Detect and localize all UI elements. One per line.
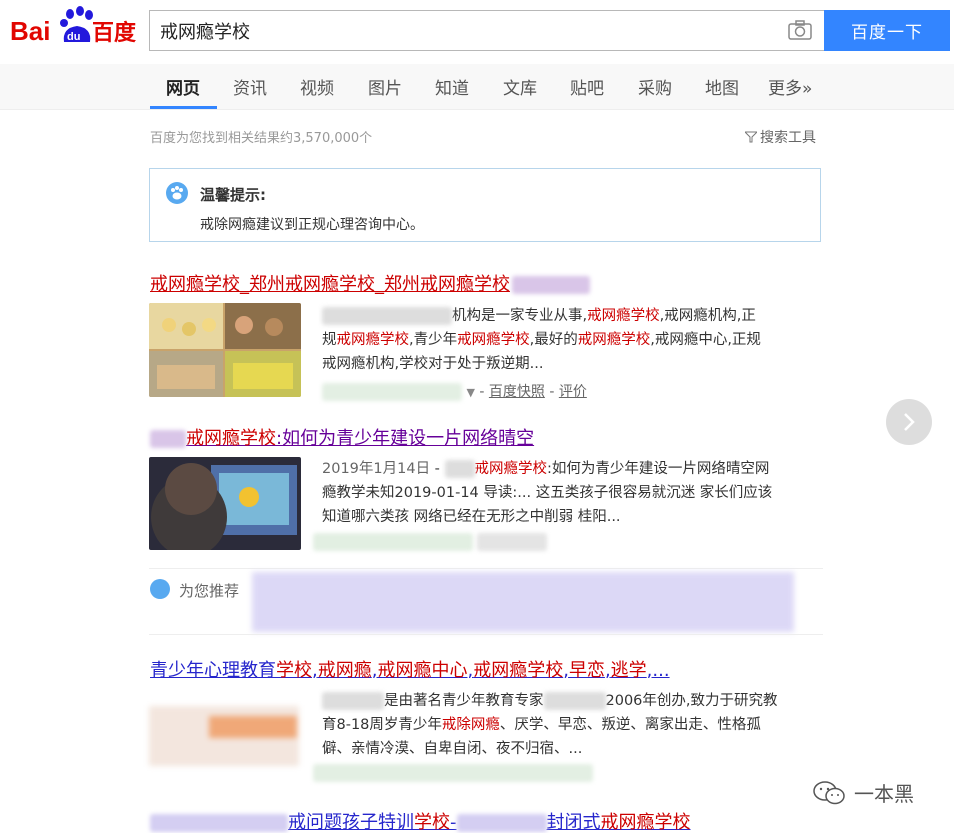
result-abstract-3: 是由著名青少年教育专家 2006年创办,致力于研究教 育8-18周岁青少年戒除网瘾… (322, 692, 778, 757)
result-footer-3 (313, 764, 593, 782)
next-arrow-button[interactable] (886, 399, 932, 445)
result-title-1[interactable]: 戒网瘾学校_郑州戒网瘾学校_郑州戒网瘾学校 (150, 270, 590, 296)
nav-tabs: 网页 资讯 视频 图片 知道 文库 贴吧 采购 地图 更多» (0, 64, 954, 110)
snapshot-link[interactable]: 百度快照 (489, 384, 545, 400)
tab-video[interactable]: 视频 (300, 74, 334, 110)
search-tools-button[interactable]: 搜索工具 (745, 127, 816, 147)
search-button[interactable]: 百度一下 (824, 10, 950, 51)
camera-icon[interactable] (788, 20, 812, 40)
search-input[interactable] (160, 11, 770, 50)
tip-title: 温馨提示: (200, 186, 266, 204)
paw-icon (166, 182, 188, 204)
recommend-label: 为您推荐 (179, 582, 240, 600)
result-footer-1: ▼ - 百度快照 - 评价 (322, 381, 587, 401)
tab-web[interactable]: 网页 (166, 74, 200, 110)
search-tools-label: 搜索工具 (760, 130, 816, 146)
logo-bai: Bai (10, 16, 50, 46)
active-tab-indicator (150, 106, 217, 109)
tab-wenku[interactable]: 文库 (503, 74, 537, 110)
result-title-3[interactable]: 青少年心理教育学校,戒网瘾,戒网瘾中心,戒网瘾学校,早恋,逃学,... (150, 656, 670, 682)
header: Bai du 百度 百度一下 (0, 0, 954, 64)
dropdown-arrow-icon[interactable]: ▼ (466, 386, 474, 399)
search-box (149, 10, 824, 51)
tab-news[interactable]: 资讯 (233, 74, 267, 110)
tip-text: 戒除网瘾建议到正规心理咨询中心。 (200, 217, 424, 233)
result-thumbnail-2[interactable] (149, 457, 301, 550)
tip-box: 温馨提示: 戒除网瘾建议到正规心理咨询中心。 (149, 168, 821, 242)
result-title-2[interactable]: 戒网瘾学校:如何为青少年建设一片网络晴空 (150, 424, 534, 450)
filter-icon (745, 131, 757, 143)
paw-logo-icon: du (60, 6, 93, 43)
tab-images[interactable]: 图片 (368, 74, 402, 110)
result-title-4[interactable]: 戒问题孩子特训学校- 封闭式戒网瘾学校 (150, 808, 691, 833)
baidu-logo[interactable]: Bai du 百度 (10, 6, 140, 52)
review-link[interactable]: 评价 (559, 384, 587, 400)
result-count: 百度为您找到相关结果约3,570,000个 (150, 131, 373, 146)
recommend-links-blurred[interactable] (252, 572, 794, 632)
result-abstract-1: 机构是一家专业从事,戒网瘾学校,戒网瘾机构,正 规戒网瘾学校,青少年戒网瘾学校,… (322, 307, 761, 372)
chevron-right-icon (904, 413, 915, 431)
result-thumbnail-1[interactable] (149, 303, 301, 397)
divider (149, 568, 823, 569)
tab-zhidao[interactable]: 知道 (435, 74, 469, 110)
result-abstract-2: 2019年1月14日 - 戒网瘾学校:如何为青少年建设一片网络晴空网 瘾教学未知… (322, 460, 773, 525)
tab-purchase[interactable]: 采购 (638, 74, 672, 110)
watermark: 一本黑 (812, 778, 914, 807)
logo-cn: 百度 (92, 20, 137, 46)
tab-map[interactable]: 地图 (705, 74, 739, 110)
tab-more[interactable]: 更多» (768, 74, 812, 110)
wechat-icon (813, 780, 845, 804)
divider (149, 634, 823, 635)
watermark-text: 一本黑 (854, 782, 914, 806)
result-thumbnail-3[interactable] (149, 706, 299, 766)
paw-icon (150, 579, 170, 599)
logo-du: du (67, 31, 80, 43)
tab-tieba[interactable]: 贴吧 (570, 74, 604, 110)
result-footer-2 (313, 533, 548, 551)
